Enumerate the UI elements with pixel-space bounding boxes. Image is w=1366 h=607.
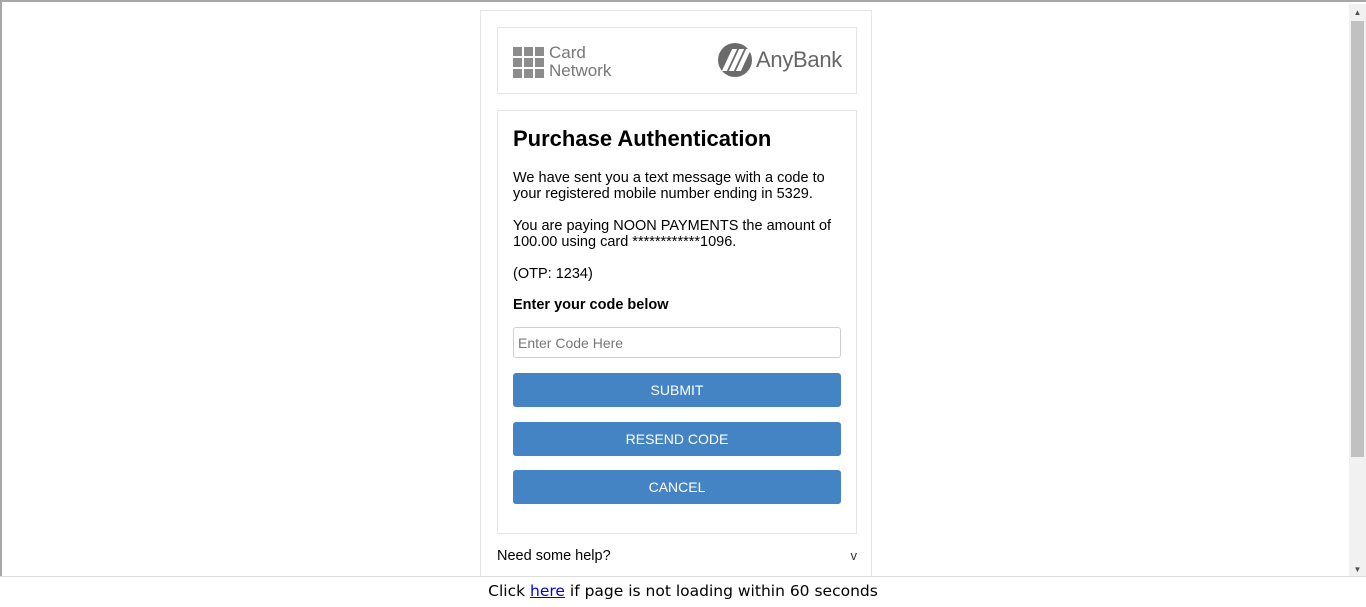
vertical-scrollbar[interactable]: ▲ ▼ [1349, 4, 1366, 576]
otp-hint-text: (OTP: 1234) [513, 266, 593, 282]
cancel-button[interactable]: CANCEL [513, 470, 841, 504]
bank-name: AnyBank [756, 47, 842, 72]
chevron-down-icon[interactable]: v [851, 546, 858, 566]
card-network-grid-icon [513, 46, 544, 78]
page-title: Purchase Authentication [513, 126, 772, 151]
bank-logo: AnyBank [718, 43, 842, 77]
authentication-panel: Purchase Authentication We have sent you… [497, 110, 857, 534]
resend-code-button[interactable]: RESEND CODE [513, 422, 841, 456]
submit-button[interactable]: SUBMIT [513, 373, 841, 407]
footer-suffix: if page is not loading within 60 seconds [569, 582, 878, 600]
card-network-line2: Network [549, 61, 612, 80]
scroll-down-arrow-icon[interactable]: ▼ [1349, 561, 1366, 576]
logo-header: Card Network AnyBank [497, 27, 857, 94]
card-network-logo: Card Network [513, 44, 611, 80]
browser-viewport: Card Network AnyBank Purchase Authentica… [0, 0, 1366, 576]
code-input[interactable] [513, 327, 841, 358]
payment-info-text: You are paying NOON PAYMENTS the amount … [513, 218, 832, 250]
loading-footer: Click here if page is not loading within… [0, 576, 1366, 607]
scrollbar-thumb[interactable] [1351, 21, 1364, 457]
reload-link[interactable]: here [530, 582, 565, 600]
scroll-up-arrow-icon[interactable]: ▲ [1349, 4, 1366, 21]
message-sent-text: We have sent you a text message with a c… [513, 170, 825, 202]
card-network-line1: Card [549, 43, 586, 62]
code-label: Enter your code below [513, 297, 669, 313]
footer-prefix: Click [488, 582, 526, 600]
bank-stripes-icon [718, 43, 753, 77]
help-toggle[interactable]: Need some help? v [497, 546, 857, 566]
help-label: Need some help? [497, 548, 611, 564]
authentication-frame: Card Network AnyBank Purchase Authentica… [480, 10, 872, 576]
